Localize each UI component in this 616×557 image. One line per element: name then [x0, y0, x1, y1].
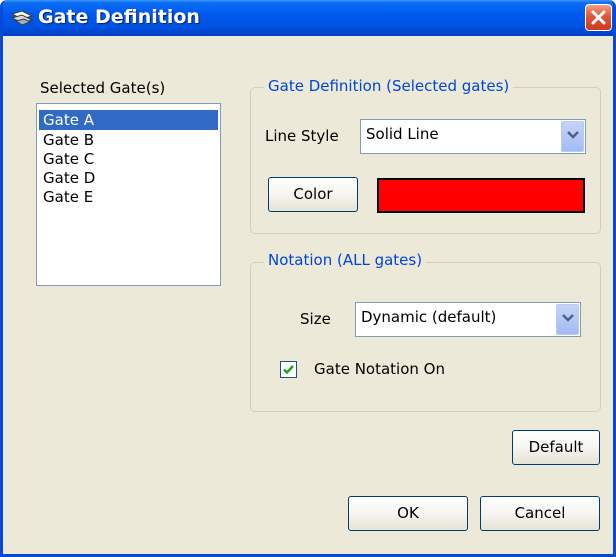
ok-button[interactable]: OK [348, 496, 468, 531]
selected-gates-label: Selected Gate(s) [40, 79, 166, 97]
notation-group-title: Notation (ALL gates) [264, 251, 427, 269]
close-button[interactable] [585, 4, 612, 31]
cancel-button[interactable]: Cancel [480, 496, 600, 531]
gate-notation-checkbox[interactable] [280, 361, 297, 378]
list-item-gate-b[interactable]: Gate B [39, 130, 218, 150]
list-item-gate-e[interactable]: Gate E [39, 187, 218, 207]
color-button[interactable]: Color [268, 177, 358, 212]
list-item-gate-a[interactable]: Gate A [39, 110, 218, 130]
size-label: Size [300, 310, 331, 328]
title-bar[interactable]: Gate Definition [3, 0, 613, 36]
window-title: Gate Definition [38, 6, 200, 28]
color-swatch [377, 178, 585, 213]
default-button[interactable]: Default [512, 430, 600, 465]
chevron-down-icon [562, 314, 574, 322]
size-dropdown-button[interactable] [556, 304, 579, 335]
line-style-label: Line Style [265, 127, 339, 145]
gate-app-icon [10, 10, 34, 26]
list-item-gate-c[interactable]: Gate C [39, 149, 218, 169]
gate-notation-label: Gate Notation On [314, 360, 445, 378]
gate-listbox[interactable]: Gate A Gate B Gate C Gate D Gate E [36, 103, 221, 286]
gate-definition-group-title: Gate Definition (Selected gates) [264, 77, 514, 95]
list-item-gate-d[interactable]: Gate D [39, 168, 218, 188]
line-style-dropdown-button[interactable] [561, 121, 584, 152]
notation-group [250, 262, 601, 412]
chevron-down-icon [567, 131, 579, 139]
checkmark-icon [283, 365, 294, 375]
size-dropdown[interactable]: Dynamic (default) [355, 302, 581, 337]
size-value: Dynamic (default) [361, 308, 497, 326]
close-icon [591, 10, 606, 25]
line-style-dropdown[interactable]: Solid Line [360, 119, 586, 154]
gate-definition-dialog: Gate Definition Selected Gate(s) Gate A … [0, 0, 616, 557]
line-style-value: Solid Line [366, 125, 439, 143]
